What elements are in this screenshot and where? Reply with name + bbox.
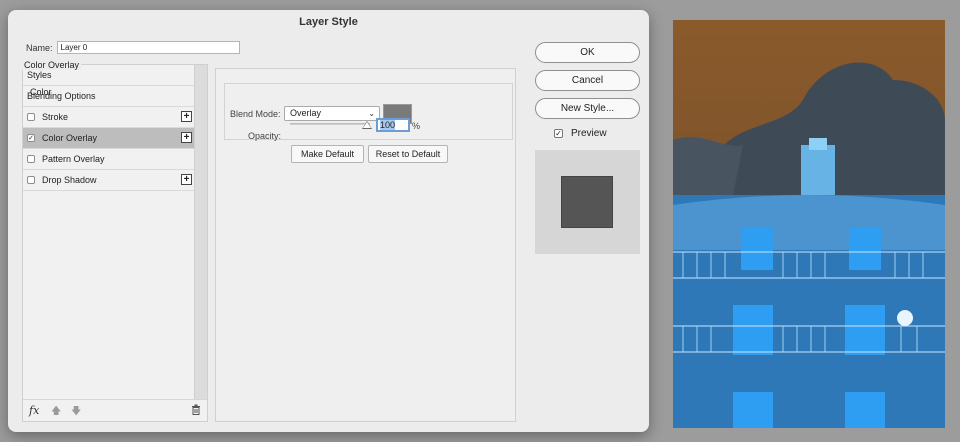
list-item-label: Stroke [42, 112, 69, 122]
drop-shadow-item[interactable]: Drop Shadow + [23, 170, 195, 191]
list-item-label: Color Overlay [42, 133, 98, 143]
stroke-item[interactable]: Stroke + [23, 107, 195, 128]
opacity-slider-thumb[interactable] [362, 121, 372, 129]
preview-thumbnail [535, 150, 640, 254]
blend-mode-select[interactable]: Overlay ⌄ [284, 106, 380, 121]
blend-mode-label: Blend Mode: [230, 109, 281, 119]
opacity-unit: % [412, 121, 421, 131]
opacity-value: 100 [380, 120, 396, 130]
color-overlay-group-title: Color Overlay [22, 60, 82, 70]
opacity-input[interactable]: 100 [376, 118, 410, 132]
chevron-down-icon: ⌄ [368, 109, 375, 118]
new-style-button[interactable]: New Style... [535, 98, 640, 119]
add-stroke-plus-icon[interactable]: + [181, 111, 192, 122]
fx-icon[interactable]: fx [29, 404, 39, 417]
layer-style-dialog: Layer Style Name: Layer 0 Styles Blendin… [8, 10, 649, 432]
add-color-overlay-plus-icon[interactable]: + [181, 132, 192, 143]
reset-to-default-button[interactable]: Reset to Default [368, 145, 448, 163]
preview-row: ✓ Preview [554, 128, 607, 139]
color-overlay-item[interactable]: ✓ Color Overlay + [23, 128, 195, 149]
blend-mode-value: Overlay [290, 108, 322, 118]
color-overlay-checkbox[interactable]: ✓ [27, 134, 35, 142]
styles-list: Styles Blending Options Stroke + ✓ Color… [23, 65, 195, 191]
add-drop-shadow-plus-icon[interactable]: + [181, 174, 192, 185]
move-up-icon[interactable]: 🡅 [51, 404, 61, 421]
list-item-label: Styles [27, 70, 52, 80]
pattern-overlay-checkbox[interactable] [27, 155, 35, 163]
opacity-label: Opacity: [248, 131, 282, 141]
layer-name-input[interactable]: Layer 0 [56, 41, 240, 54]
preview-checkbox[interactable]: ✓ [554, 129, 563, 138]
pattern-overlay-item[interactable]: Pattern Overlay [23, 149, 195, 170]
make-default-button[interactable]: Make Default [291, 145, 364, 163]
styles-footer: fx 🡅 🡇 [23, 399, 207, 421]
list-item-label: Pattern Overlay [42, 154, 105, 164]
dialog-title: Layer Style [299, 16, 358, 28]
color-section-title: Color [30, 87, 52, 97]
trash-icon[interactable] [191, 404, 201, 417]
stroke-checkbox[interactable] [27, 113, 35, 121]
name-row: Name: Layer 0 [26, 41, 240, 54]
preview-label: Preview [571, 128, 607, 139]
preview-swatch [561, 176, 613, 228]
ok-button[interactable]: OK [535, 42, 640, 63]
styles-panel: Styles Blending Options Stroke + ✓ Color… [22, 64, 208, 422]
opacity-slider-track[interactable] [290, 123, 370, 125]
background-photo [673, 20, 945, 428]
styles-scrollbar[interactable] [194, 65, 207, 400]
cancel-button[interactable]: Cancel [535, 70, 640, 91]
drop-shadow-checkbox[interactable] [27, 176, 35, 184]
name-label: Name: [26, 42, 53, 53]
list-item-label: Drop Shadow [42, 175, 97, 185]
move-down-icon[interactable]: 🡇 [71, 404, 81, 421]
